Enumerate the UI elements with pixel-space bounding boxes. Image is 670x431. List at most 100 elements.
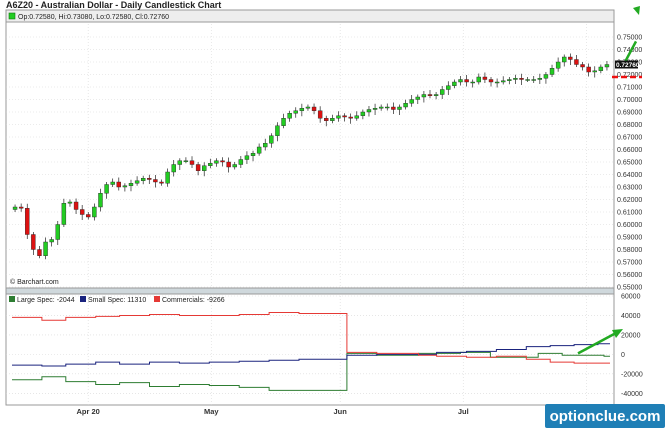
cot-tick-label: -20000 <box>621 371 643 378</box>
candle-body <box>549 68 555 75</box>
candle-body <box>86 214 91 218</box>
price-tick-label: 0.67000 <box>617 135 642 142</box>
candle-body <box>562 56 567 63</box>
candle-body <box>189 160 195 165</box>
legend-small-spec: Small Spec: 11310 <box>88 297 146 304</box>
candle-body <box>250 153 256 156</box>
price-tick-label: 0.60000 <box>617 222 642 229</box>
candle-body <box>116 181 121 188</box>
candle-body <box>378 106 384 109</box>
candle-body <box>31 234 36 250</box>
candle-body <box>37 249 42 256</box>
candle-body <box>147 178 152 180</box>
legend-swatch-commercials <box>154 296 160 302</box>
price-tick-label: 0.72000 <box>617 72 642 79</box>
candle-body <box>513 78 518 80</box>
candle-body <box>12 206 18 210</box>
candle-body <box>214 160 219 164</box>
price-tick-label: 0.58000 <box>617 247 642 254</box>
candle-body <box>452 81 457 86</box>
candle-body <box>439 89 445 95</box>
candle-body <box>275 125 280 136</box>
candle-body <box>525 79 530 81</box>
candle-body <box>324 118 329 121</box>
candle-body <box>336 115 341 119</box>
candle-body <box>348 116 353 119</box>
cot-tick-label: 40000 <box>621 313 641 320</box>
x-tick-label: Apr 20 <box>77 407 100 416</box>
price-tick-label: 0.66000 <box>617 147 642 154</box>
price-tick-label: 0.71000 <box>617 85 642 92</box>
candle-body <box>372 108 378 110</box>
price-tick-label: 0.62000 <box>617 197 642 204</box>
ohlc-swatch-icon <box>8 12 16 20</box>
candle-body <box>299 108 305 111</box>
price-tick-label: 0.70000 <box>617 97 642 104</box>
candle-body <box>281 118 286 126</box>
cot-tick-label: 0 <box>621 352 625 359</box>
watermark-text: optionclue.com <box>550 408 661 425</box>
price-tick-label: 0.68000 <box>617 122 642 129</box>
candle-body <box>195 164 201 171</box>
candle-body <box>73 201 79 210</box>
candle-body <box>446 85 451 90</box>
last-price-marker: 0.72760 <box>615 60 640 69</box>
main-frame <box>5 9 615 406</box>
candle-body <box>49 239 54 243</box>
candle-body <box>43 241 48 256</box>
candle-body <box>140 178 146 181</box>
candle-body <box>366 109 372 113</box>
candle-body <box>507 79 512 81</box>
candle-body <box>311 106 317 111</box>
candle-body <box>409 99 414 104</box>
candle-body <box>427 94 433 96</box>
candle-body <box>226 161 231 168</box>
candle-body <box>568 56 573 60</box>
candle-body <box>330 118 335 121</box>
candle-body <box>543 74 549 79</box>
price-tick-label: 0.55000 <box>617 285 642 292</box>
candle-body <box>104 184 109 194</box>
candle-body <box>555 61 561 69</box>
cot-tick-label: 60000 <box>621 294 641 301</box>
chart-title: A6Z20 - Australian Dollar - Daily Candle… <box>6 0 221 10</box>
price-tick-label: 0.61000 <box>617 210 642 217</box>
candle-body <box>220 160 225 163</box>
copyright-label: © Barchart.com <box>10 278 59 286</box>
candle-body <box>269 135 274 144</box>
candle-body <box>397 106 402 110</box>
price-tick-label: 0.56000 <box>617 272 642 279</box>
legend-commercials: Commercials: -9266 <box>162 297 225 304</box>
candle-body <box>61 203 67 225</box>
candle-body <box>574 59 579 65</box>
cot-candlestick-chart: 0.750000.740000.730000.720000.710000.700… <box>5 0 665 428</box>
candle-body <box>391 106 396 110</box>
candle-body <box>232 164 237 168</box>
candle-body <box>79 209 85 215</box>
candle-body <box>580 64 585 68</box>
candle-body <box>134 180 140 184</box>
candle-body <box>98 193 103 208</box>
watermark: optionclue.com <box>545 404 665 428</box>
candle-body <box>238 159 244 165</box>
legend-large-spec: Large Spec: -2044 <box>17 297 75 304</box>
candle-body <box>202 165 207 171</box>
candle-body <box>177 160 183 165</box>
candle-body <box>537 78 543 80</box>
candle-body <box>519 78 524 80</box>
candle-body <box>531 79 536 81</box>
candle-body <box>494 81 500 84</box>
last-price-label: 0.72760 <box>616 62 640 69</box>
candle-body <box>244 155 250 160</box>
candle-body <box>55 224 60 240</box>
candle-body <box>183 160 189 162</box>
candle-body <box>604 64 610 68</box>
candle-body <box>67 201 73 204</box>
candle-body <box>18 206 24 209</box>
candle-body <box>263 143 268 148</box>
price-tick-label: 0.59000 <box>617 235 642 242</box>
candle-body <box>501 80 506 83</box>
candle-body <box>415 96 420 100</box>
x-tick-label: Jun <box>334 407 348 416</box>
candle-body <box>153 179 158 183</box>
